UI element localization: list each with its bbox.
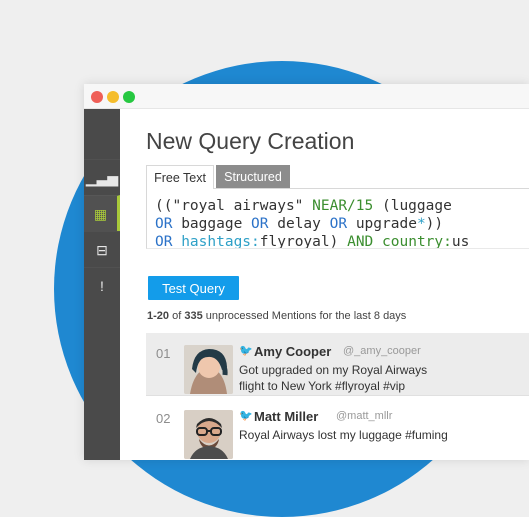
query-operator-or: OR	[155, 216, 173, 232]
query-text: ))	[425, 216, 444, 232]
query-operator-or: OR	[329, 216, 348, 232]
query-line-2: OR baggage OR delay OR upgrade*))	[155, 216, 443, 232]
minimize-window-button[interactable]	[107, 91, 119, 103]
mention-author-handle[interactable]: @matt_mllr	[336, 410, 392, 422]
results-summary: 1-20 of 335 unprocessed Mentions for the…	[147, 310, 406, 322]
query-text: (luggage	[373, 198, 452, 214]
query-text	[373, 234, 382, 248]
alert-icon: !	[100, 277, 104, 294]
query-wildcard: *	[416, 216, 426, 232]
sidebar-item-alerts[interactable]: !	[84, 267, 120, 303]
close-window-button[interactable]	[91, 91, 103, 103]
mention-row[interactable]: 01 🐦 Amy Cooper @_amy_cooper Got upgrade…	[146, 333, 529, 396]
mention-author-handle[interactable]: @_amy_cooper	[343, 345, 421, 357]
query-text: baggage	[172, 216, 252, 232]
sidebar-item-queries[interactable]: ▦	[84, 195, 120, 231]
mention-row[interactable]: 02 🐦 Matt Miller @matt_mllr Royal Airway…	[146, 398, 529, 460]
query-operator-or: OR	[155, 234, 173, 249]
query-line-3: OR hashtags:flyroyal) AND country:us	[155, 234, 470, 249]
app-window: ▁▃▅ ▦ ⊟ ! New Query Creation Free Text S…	[84, 84, 529, 460]
query-operator-and: AND	[347, 234, 374, 249]
query-editor[interactable]: (("royal airways" NEAR/15 (luggage OR ba…	[146, 188, 529, 249]
twitter-icon: 🐦	[239, 345, 253, 357]
mention-index: 01	[156, 346, 171, 361]
results-of-label: of	[169, 310, 185, 322]
grid-icon: ▦	[93, 205, 108, 222]
main-content: New Query Creation Free Text Structured …	[120, 109, 529, 460]
query-text	[172, 234, 181, 248]
bar-chart-icon: ▁▃▅	[85, 169, 119, 186]
query-text: delay	[268, 216, 330, 232]
avatar	[184, 410, 233, 459]
results-description: unprocessed Mentions for the last 8 days	[202, 310, 407, 322]
window-titlebar	[84, 84, 529, 109]
query-field-country: country:	[382, 234, 452, 249]
sidebar: ▁▃▅ ▦ ⊟ !	[84, 109, 120, 460]
results-range: 1-20	[147, 310, 170, 322]
query-field-hashtags: hashtags:	[181, 234, 260, 249]
query-line-1: (("royal airways" NEAR/15 (luggage	[155, 198, 452, 214]
maximize-window-button[interactable]	[123, 91, 135, 103]
mention-text: Got upgraded on my Royal Airways flight …	[239, 363, 428, 393]
query-text: us	[451, 234, 470, 249]
query-operator-or: OR	[251, 216, 269, 232]
sidebar-item-analytics[interactable]: ▁▃▅	[84, 159, 120, 195]
mention-text: Royal Airways lost my luggage #fuming	[239, 428, 448, 442]
query-text: flyroyal)	[259, 234, 348, 249]
tab-structured[interactable]: Structured	[216, 165, 290, 189]
screenshot-stage: ▁▃▅ ▦ ⊟ ! New Query Creation Free Text S…	[0, 0, 529, 517]
mention-index: 02	[156, 411, 171, 426]
query-text: upgrade	[347, 216, 417, 232]
query-text: (("royal airways"	[155, 198, 313, 214]
results-count: 335	[184, 310, 203, 322]
test-query-button[interactable]: Test Query	[148, 276, 239, 300]
tab-free-text[interactable]: Free Text	[146, 165, 214, 189]
mention-author-name[interactable]: Amy Cooper	[254, 344, 331, 359]
mention-author-name[interactable]: Matt Miller	[254, 409, 318, 424]
twitter-icon: 🐦	[239, 410, 253, 422]
query-operator-near: NEAR/15	[312, 198, 374, 214]
page-title: New Query Creation	[146, 128, 355, 154]
hierarchy-icon: ⊟	[96, 241, 108, 258]
sidebar-item-structure[interactable]: ⊟	[84, 231, 120, 267]
avatar	[184, 345, 233, 394]
